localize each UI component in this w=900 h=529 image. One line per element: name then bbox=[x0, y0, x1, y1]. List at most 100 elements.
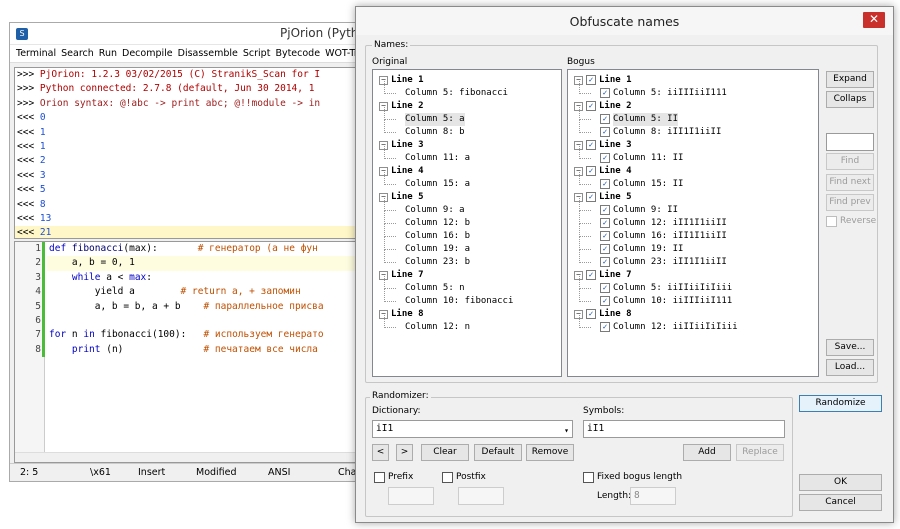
horizontal-scrollbar[interactable] bbox=[15, 452, 357, 462]
original-tree[interactable]: − Line 1 Column 5: fibonacci − Line 2 Column … bbox=[372, 69, 562, 377]
fixed-length-checkbox[interactable] bbox=[583, 472, 594, 483]
tree-checkbox[interactable]: ✓ bbox=[600, 231, 610, 241]
prev-button[interactable]: < bbox=[372, 444, 389, 461]
tree-column-node[interactable]: Column 11: a bbox=[405, 152, 470, 165]
tree-checkbox[interactable]: ✓ bbox=[600, 114, 610, 124]
tree-line-node[interactable]: Line 1 bbox=[391, 74, 424, 87]
tree-checkbox[interactable]: ✓ bbox=[600, 88, 610, 98]
menu-terminal[interactable]: Terminal bbox=[16, 48, 56, 59]
find-next-button[interactable]: Find next bbox=[826, 174, 874, 191]
expand-button[interactable]: Expand bbox=[826, 71, 874, 88]
next-button[interactable]: > bbox=[396, 444, 413, 461]
load-button[interactable]: Load... bbox=[826, 359, 874, 376]
menu-disassemble[interactable]: Disassemble bbox=[178, 48, 238, 59]
tree-column-node[interactable]: Column 12: iII1I1iiII bbox=[613, 217, 727, 230]
dictionary-select[interactable]: iI1 ▾ bbox=[372, 420, 573, 438]
tree-column-node[interactable]: Column 12: b bbox=[405, 217, 470, 230]
tree-line-node[interactable]: Line 7 bbox=[599, 269, 632, 282]
tree-column-node[interactable]: Column 11: II bbox=[613, 152, 683, 165]
tree-column-node[interactable]: Column 15: a bbox=[405, 178, 470, 191]
tree-column-node[interactable]: Column 12: iiIIiiIiIiii bbox=[613, 321, 738, 334]
tree-checkbox[interactable]: ✓ bbox=[600, 257, 610, 267]
tree-line-node[interactable]: Line 8 bbox=[599, 308, 632, 321]
console-output[interactable]: >>> PjOrion: 1.2.3 03/02/2015 (C) Strani… bbox=[14, 67, 358, 239]
code-editor[interactable]: 1 2 3 4 5 6 7 8 def fibonacci(max): # ге… bbox=[14, 241, 358, 463]
tree-column-node[interactable]: Column 8: b bbox=[405, 126, 465, 139]
default-button[interactable]: Default bbox=[474, 444, 522, 461]
postfix-input[interactable] bbox=[458, 487, 504, 505]
tree-line-node[interactable]: Line 5 bbox=[391, 191, 424, 204]
tree-line-node[interactable]: Line 5 bbox=[599, 191, 632, 204]
tree-column-node[interactable]: Column 12: n bbox=[405, 321, 470, 334]
tree-checkbox[interactable]: ✓ bbox=[586, 270, 596, 280]
tree-column-node[interactable]: Column 23: b bbox=[405, 256, 470, 269]
menu-bytecode[interactable]: Bytecode bbox=[275, 48, 320, 59]
tree-column-node[interactable]: Column 19: a bbox=[405, 243, 470, 256]
tree-checkbox[interactable]: ✓ bbox=[600, 322, 610, 332]
tree-column-node[interactable]: Column 5: a bbox=[405, 113, 465, 126]
tree-line-node[interactable]: Line 2 bbox=[599, 100, 632, 113]
tree-column-node[interactable]: Column 16: iII1I1iiII bbox=[613, 230, 727, 243]
clear-button[interactable]: Clear bbox=[421, 444, 469, 461]
find-button[interactable]: Find bbox=[826, 153, 874, 170]
reverse-checkbox[interactable] bbox=[826, 216, 837, 227]
tree-checkbox[interactable]: ✓ bbox=[586, 140, 596, 150]
collapse-button[interactable]: Collaps bbox=[826, 91, 874, 108]
symbols-input[interactable]: iI1 bbox=[583, 420, 785, 438]
postfix-checkbox[interactable] bbox=[442, 472, 453, 483]
tree-checkbox[interactable]: ✓ bbox=[586, 166, 596, 176]
tree-column-node[interactable]: Column 9: a bbox=[405, 204, 465, 217]
tree-column-node[interactable]: Column 10: fibonacci bbox=[405, 295, 513, 308]
tree-checkbox[interactable]: ✓ bbox=[600, 153, 610, 163]
tree-column-node[interactable]: Column 23: iII1I1iiII bbox=[613, 256, 727, 269]
tree-checkbox[interactable]: ✓ bbox=[586, 192, 596, 202]
tree-line-node[interactable]: Line 8 bbox=[391, 308, 424, 321]
menu-script[interactable]: Script bbox=[243, 48, 271, 59]
tree-checkbox[interactable]: ✓ bbox=[600, 218, 610, 228]
tree-checkbox[interactable]: ✓ bbox=[600, 296, 610, 306]
tree-checkbox[interactable]: ✓ bbox=[600, 179, 610, 189]
tree-column-node[interactable]: Column 5: fibonacci bbox=[405, 87, 508, 100]
tree-line-node[interactable]: Line 3 bbox=[391, 139, 424, 152]
tree-checkbox[interactable]: ✓ bbox=[600, 127, 610, 137]
find-input[interactable] bbox=[826, 133, 874, 151]
find-prev-button[interactable]: Find prev bbox=[826, 194, 874, 211]
tree-column-node[interactable]: Column 9: II bbox=[613, 204, 678, 217]
tree-line-node[interactable]: Line 7 bbox=[391, 269, 424, 282]
save-button[interactable]: Save... bbox=[826, 339, 874, 356]
menu-decompile[interactable]: Decompile bbox=[122, 48, 173, 59]
tree-checkbox[interactable]: ✓ bbox=[600, 244, 610, 254]
tree-checkbox[interactable]: ✓ bbox=[600, 205, 610, 215]
tree-column-node[interactable]: Column 8: iII1I1iiII bbox=[613, 126, 721, 139]
tree-line-node[interactable]: Line 3 bbox=[599, 139, 632, 152]
tree-checkbox[interactable]: ✓ bbox=[586, 101, 596, 111]
menu-run[interactable]: Run bbox=[99, 48, 117, 59]
tree-line-node[interactable]: Line 4 bbox=[391, 165, 424, 178]
close-icon[interactable]: ✕ bbox=[863, 12, 885, 28]
prefix-checkbox[interactable] bbox=[374, 472, 385, 483]
tree-line-node[interactable]: Line 4 bbox=[599, 165, 632, 178]
remove-button[interactable]: Remove bbox=[526, 444, 574, 461]
tree-checkbox[interactable]: ✓ bbox=[586, 75, 596, 85]
tree-column-node[interactable]: Column 19: II bbox=[613, 243, 683, 256]
tree-column-node[interactable]: Column 5: iiIIIiiI111 bbox=[613, 87, 727, 100]
randomize-button[interactable]: Randomize bbox=[799, 395, 882, 412]
tree-line-node[interactable]: Line 2 bbox=[391, 100, 424, 113]
length-input[interactable]: 8 bbox=[630, 487, 676, 505]
tree-checkbox[interactable]: ✓ bbox=[600, 283, 610, 293]
tree-column-node[interactable]: Column 16: b bbox=[405, 230, 470, 243]
tree-column-node[interactable]: Column 5: II bbox=[613, 113, 679, 126]
tree-checkbox[interactable]: ✓ bbox=[586, 309, 596, 319]
tree-line-node[interactable]: Line 1 bbox=[599, 74, 632, 87]
bogus-tree[interactable]: − ✓ Line 1 ✓ Column 5: iiIIIiiI111− ✓ Line 2 ✓ C… bbox=[567, 69, 819, 377]
ok-button[interactable]: OK bbox=[799, 474, 882, 491]
add-button[interactable]: Add bbox=[683, 444, 731, 461]
cancel-button[interactable]: Cancel bbox=[799, 494, 882, 511]
prefix-input[interactable] bbox=[388, 487, 434, 505]
replace-button[interactable]: Replace bbox=[736, 444, 784, 461]
tree-column-node[interactable]: Column 5: n bbox=[405, 282, 465, 295]
tree-column-node[interactable]: Column 10: iiIIIiiI111 bbox=[613, 295, 732, 308]
tree-column-node[interactable]: Column 5: iiIIiiIiIiii bbox=[613, 282, 732, 295]
menu-search[interactable]: Search bbox=[61, 48, 94, 59]
tree-column-node[interactable]: Column 15: II bbox=[613, 178, 683, 191]
